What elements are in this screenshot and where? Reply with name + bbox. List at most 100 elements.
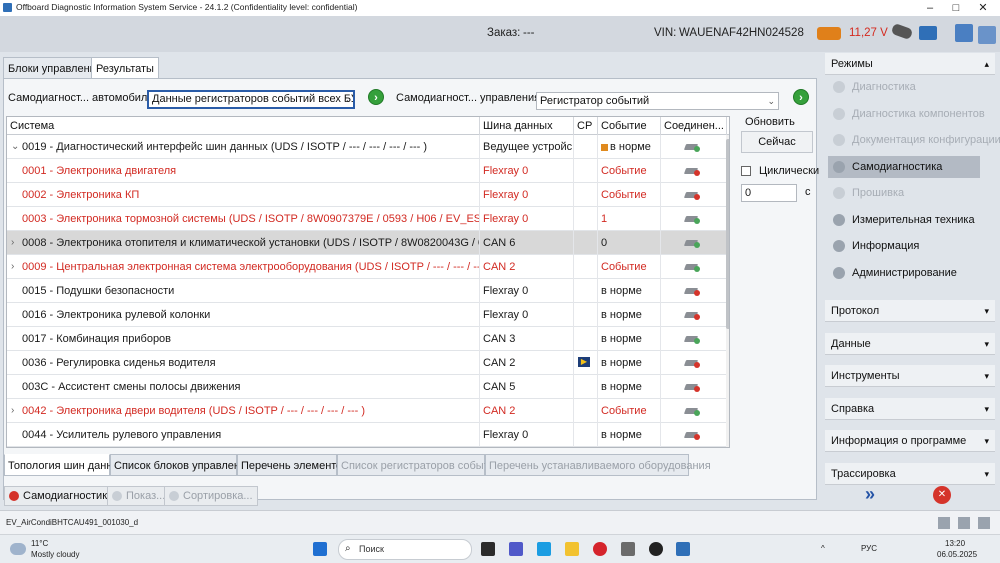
cyclic-checkbox[interactable]	[741, 166, 751, 176]
show-action-button[interactable]: Показ...	[107, 486, 171, 506]
table-row[interactable]: › 0008 - Электроника отопителя и климатич…	[7, 231, 729, 255]
tab-bus-topology[interactable]: Топология шин данных	[4, 454, 126, 476]
cell-event: в норме	[598, 423, 661, 447]
table-row[interactable]: 003C - Ассистент смены полосы движения CA…	[7, 375, 729, 399]
voltage-value: 11,27 V	[849, 27, 888, 39]
refresh-now-button[interactable]: Сейчас	[741, 131, 813, 153]
cell-event: в норме	[598, 279, 661, 303]
chevron-down-icon: ▾	[984, 436, 989, 446]
clock-time[interactable]: 13:20	[945, 539, 965, 548]
table-row[interactable]: 0036 - Регулировка сиденья водителя CAN 2…	[7, 351, 729, 375]
app-icon[interactable]	[649, 542, 663, 556]
task-view-icon[interactable]	[481, 542, 495, 556]
status-text: EV_AirCondiBHTCAU491_001030_d	[6, 518, 139, 527]
unit-diag-select[interactable]: Регистратор событий ⌄	[536, 92, 779, 110]
section-header[interactable]: Информация о программе ▾	[825, 430, 995, 452]
minimize-button[interactable]: –	[920, 1, 940, 15]
tab-element-list[interactable]: Перечень элементов	[237, 454, 348, 476]
order-value: ---	[523, 27, 535, 39]
print-icon[interactable]	[978, 517, 990, 529]
section-header[interactable]: Протокол ▾	[825, 300, 995, 322]
interval-input[interactable]: 0	[741, 184, 797, 202]
vehicle-diag-label: Самодиагност... автомобиля:	[8, 92, 157, 104]
sort-action-button[interactable]: Сортировка...	[164, 486, 258, 506]
mode-item[interactable]: Администрирование	[828, 262, 980, 284]
section-label: Справка	[831, 402, 875, 415]
start-icon[interactable]	[313, 542, 327, 556]
table-row[interactable]: 0016 - Электроника рулевой колонки Flexra…	[7, 303, 729, 327]
table-scrollbar[interactable]	[726, 135, 729, 447]
close-window-button[interactable]: ✕	[973, 1, 993, 15]
mode-icon	[833, 160, 845, 173]
table-row[interactable]: 0003 - Электроника тормозной системы (UD…	[7, 207, 729, 231]
explorer-icon[interactable]	[565, 542, 579, 556]
taskbar-search[interactable]: ⌕ Поиск	[338, 539, 472, 560]
opera-icon[interactable]	[593, 542, 607, 556]
master-flag-icon	[601, 143, 608, 151]
vehicle-diag-go-icon[interactable]: ›	[368, 89, 384, 105]
section-header[interactable]: Трассировка ▾	[825, 462, 995, 485]
section-header[interactable]: Инструменты ▾	[825, 365, 995, 387]
table-row[interactable]: 0044 - Усилитель рулевого управления Flex…	[7, 423, 729, 447]
tab-installed-equipment-list[interactable]: Перечень устанавливаемого оборудования	[485, 454, 711, 476]
tab-event-recorder-list[interactable]: Список регистраторов событий	[337, 454, 501, 476]
edge-icon[interactable]	[537, 542, 551, 556]
title-bar: Offboard Diagnostic Information System S…	[0, 0, 1000, 16]
camera-icon[interactable]	[958, 517, 970, 529]
cell-system: 0009 - Центральная электронная система э…	[19, 255, 480, 279]
table-row[interactable]: › 0042 - Электроника двери водителя (UDS …	[7, 399, 729, 423]
mode-item[interactable]: Измерительная техника	[828, 209, 980, 231]
order-label: Заказ:	[487, 27, 521, 39]
clock-date[interactable]: 06.05.2025	[937, 550, 977, 559]
modes-header[interactable]: Режимы ▴	[825, 53, 995, 75]
cell-event: 1	[598, 207, 661, 231]
tool-icon[interactable]	[621, 542, 635, 556]
self-diagnosis-action-button[interactable]: Самодиагностика	[4, 486, 119, 506]
chevron-down-icon: ▾	[984, 371, 989, 381]
table-row[interactable]: 0017 - Комбинация приборов CAN 3 в норме	[7, 327, 729, 351]
col-system[interactable]: Система	[7, 117, 480, 135]
tab-control-unit-list[interactable]: Список блоков управления	[110, 454, 252, 476]
table-row[interactable]: ⌄ 0019 - Диагностический интерфейс шин да…	[7, 135, 729, 159]
section-header[interactable]: Справка ▾	[825, 397, 995, 420]
cell-bus: CAN 3	[480, 327, 574, 351]
tray-chevron-icon[interactable]: ^	[821, 544, 825, 553]
mode-item[interactable]: Диагностика компонентов	[828, 103, 985, 125]
col-event[interactable]: Событие	[598, 117, 661, 135]
cell-connection	[661, 303, 727, 327]
section-header[interactable]: Данные ▾	[825, 332, 995, 355]
mode-item[interactable]: Самодиагностика	[828, 155, 980, 178]
connection-icon	[683, 406, 700, 416]
table-row[interactable]: 0001 - Электроника двигателя Flexray 0 Соб…	[7, 159, 729, 183]
col-cp[interactable]: CP	[574, 117, 598, 135]
vehicle-diag-select[interactable]: Данные регистраторов событий всех БУ ⌄	[147, 90, 355, 109]
weather-icon[interactable]	[10, 543, 26, 555]
teams-icon[interactable]	[509, 542, 523, 556]
section-label: Информация о программе	[831, 435, 967, 447]
event-value: в норме	[601, 381, 642, 393]
col-bus[interactable]: Шина данных	[480, 117, 574, 135]
mode-item[interactable]: Информация	[828, 235, 980, 257]
maximize-button[interactable]: □	[946, 1, 966, 15]
unit-diag-go-icon[interactable]: ›	[793, 89, 809, 105]
exit-icon[interactable]	[938, 517, 950, 529]
table-row[interactable]: › 0009 - Центральная электронная система …	[7, 255, 729, 279]
scrollbar-thumb[interactable]	[726, 139, 729, 329]
cancel-icon[interactable]: ✕	[933, 486, 951, 504]
sort-action-label: Сортировка...	[183, 490, 253, 502]
mode-item[interactable]: Диагностика	[828, 76, 980, 98]
tab-results[interactable]: Результаты	[91, 57, 159, 79]
table-row[interactable]: 0015 - Подушки безопасности Flexray 0 в но…	[7, 279, 729, 303]
odis-taskbar-icon[interactable]	[676, 542, 690, 556]
col-connection[interactable]: Соединен...	[661, 117, 727, 135]
forward-icon[interactable]: »	[865, 485, 883, 504]
connection-icon	[683, 310, 700, 320]
mode-item[interactable]: Документация конфигурации	[828, 129, 1000, 151]
language-indicator[interactable]: РУС	[861, 544, 877, 553]
chevron-down-icon: ▾	[984, 468, 989, 479]
self-diagnosis-action-label: Самодиагностика	[23, 490, 114, 502]
table-row[interactable]: 0002 - Электроника КП Flexray 0 Событие	[7, 183, 729, 207]
mode-item[interactable]: Прошивка	[828, 182, 980, 204]
mode-label: Диагностика	[852, 81, 916, 93]
control-point-icon: ▶	[578, 357, 590, 367]
